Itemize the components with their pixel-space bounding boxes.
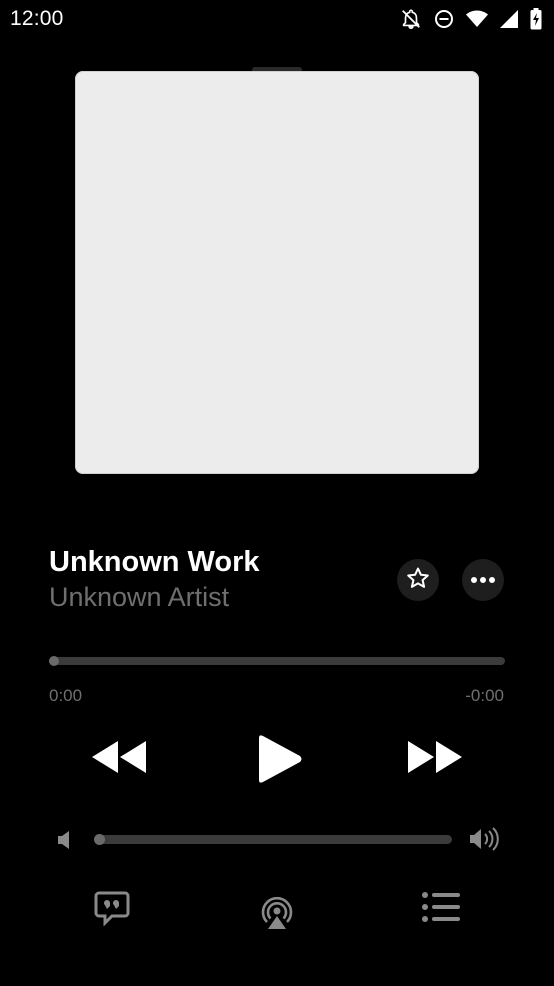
airplay-icon (257, 896, 297, 936)
ellipsis-icon (470, 571, 496, 589)
status-time: 12:00 (10, 7, 64, 30)
favorite-button[interactable] (397, 559, 439, 601)
track-title: Unknown Work (49, 546, 260, 578)
fast-forward-button[interactable] (406, 738, 464, 781)
cellular-signal-icon (500, 10, 518, 28)
play-icon (253, 735, 303, 788)
play-button[interactable] (253, 734, 303, 789)
queue-button[interactable] (421, 891, 461, 928)
elapsed-time: 0:00 (49, 686, 83, 705)
rewind-button[interactable] (90, 738, 148, 781)
speaker-low-icon (56, 829, 74, 856)
battery-charging-icon (530, 8, 542, 30)
queue-list-icon (421, 892, 461, 927)
volume-slider[interactable] (94, 835, 452, 844)
progress-slider[interactable] (49, 657, 505, 665)
track-artist[interactable]: Unknown Artist (49, 582, 229, 613)
lyrics-icon (94, 891, 130, 930)
volume-thumb[interactable] (94, 834, 105, 845)
wifi-icon (466, 10, 488, 28)
do-not-disturb-icon (434, 9, 454, 29)
speaker-high-icon (469, 826, 501, 857)
airplay-button[interactable] (257, 892, 297, 937)
album-artwork (75, 71, 479, 474)
rewind-icon (90, 741, 148, 780)
status-icons (400, 8, 542, 30)
more-options-button[interactable] (462, 559, 504, 601)
lyrics-button[interactable] (94, 890, 130, 931)
notifications-off-icon (400, 8, 422, 30)
star-icon (406, 566, 430, 595)
remaining-time: -0:00 (465, 686, 504, 705)
progress-thumb[interactable] (49, 656, 59, 666)
fast-forward-icon (406, 741, 464, 780)
